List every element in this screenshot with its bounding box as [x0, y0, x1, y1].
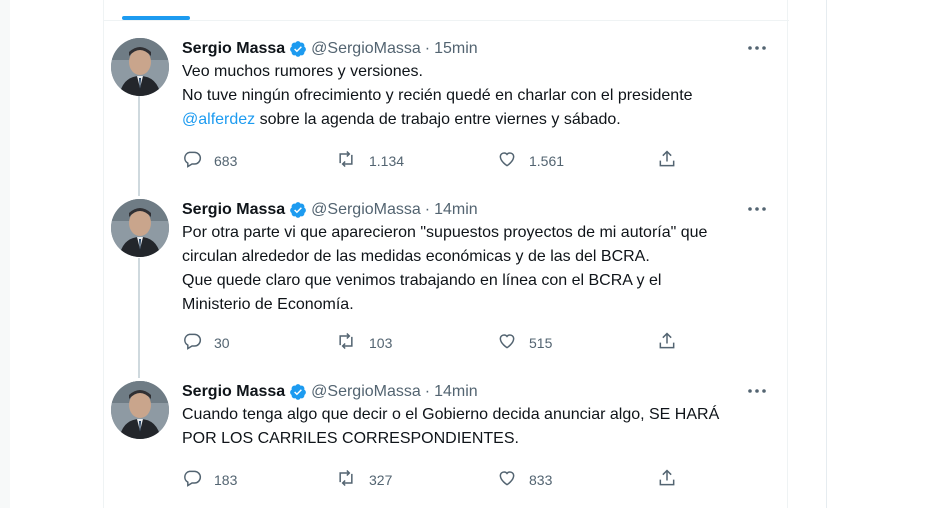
retweet-count: 1.134 — [369, 152, 405, 169]
tweet-header: Sergio Massa @SergioMassa · 14min — [182, 199, 478, 221]
reply-button[interactable]: 683 — [182, 149, 237, 172]
tweet-text-line: No tuve ningún ofrecimiento y recién que… — [182, 87, 693, 104]
retweet-count: 103 — [369, 334, 393, 351]
tweet-text-line: Que quede claro que venimos trabajando e… — [182, 272, 662, 289]
reply-count: 183 — [214, 471, 238, 488]
like-count: 515 — [529, 334, 553, 351]
reply-icon — [182, 468, 202, 491]
mention-link[interactable]: @alferdez — [182, 111, 255, 128]
tweet-header: Sergio Massa @SergioMassa · 15min — [182, 38, 478, 60]
reply-count: 683 — [214, 152, 238, 169]
tweet-text: Por otra parte vi que aparecieron "supue… — [182, 221, 772, 317]
retweet-count: 327 — [369, 471, 393, 488]
author-handle[interactable]: @SergioMassa — [311, 40, 421, 58]
like-icon — [497, 331, 517, 354]
retweet-button[interactable]: 1.134 — [335, 149, 404, 172]
tweet[interactable]: Sergio Massa @SergioMassa · 15min Veo mu… — [104, 38, 789, 178]
retweet-icon — [335, 468, 357, 491]
retweet-icon — [335, 331, 357, 354]
avatar[interactable] — [111, 381, 169, 439]
verified-icon — [289, 201, 307, 219]
tweet-text-line: Veo muchos rumores y versiones. — [182, 63, 423, 80]
thread-timeline: Sergio Massa @SergioMassa · 15min Veo mu… — [103, 0, 789, 508]
tweet-text-line: POR LOS CARRILES CORRESPONDIENTES. — [182, 430, 519, 447]
reply-count: 30 — [214, 334, 230, 351]
author-name[interactable]: Sergio Massa — [182, 383, 285, 401]
timestamp[interactable]: 14min — [434, 383, 478, 401]
retweet-button[interactable]: 103 — [335, 331, 392, 354]
separator-dot: · — [424, 40, 431, 57]
tweet-text-line: circulan alrededor de las medidas económ… — [182, 248, 650, 265]
retweet-button[interactable]: 327 — [335, 468, 392, 491]
tweet-text-line: @alferdez sobre la agenda de trabajo ent… — [182, 108, 772, 132]
share-button[interactable] — [657, 468, 677, 491]
tweet-actions: 30 103 515 — [182, 331, 682, 353]
like-count: 833 — [529, 471, 553, 488]
more-icon[interactable] — [747, 381, 767, 401]
verified-icon — [289, 383, 307, 401]
right-panel-edge — [826, 0, 827, 508]
author-name[interactable]: Sergio Massa — [182, 201, 285, 219]
tab-divider — [104, 20, 789, 21]
like-button[interactable]: 833 — [497, 468, 552, 491]
timestamp[interactable]: 15min — [434, 40, 478, 58]
reply-icon — [182, 149, 202, 172]
share-icon — [657, 331, 677, 354]
separator-dot: · — [424, 201, 431, 218]
reply-button[interactable]: 183 — [182, 468, 237, 491]
avatar[interactable] — [111, 199, 169, 257]
like-count: 1.561 — [529, 152, 565, 169]
share-icon — [657, 149, 677, 172]
tweet-text-line: Por otra parte vi que aparecieron "supue… — [182, 224, 708, 241]
author-handle[interactable]: @SergioMassa — [311, 383, 421, 401]
like-icon — [497, 468, 517, 491]
retweet-icon — [335, 149, 357, 172]
author-name[interactable]: Sergio Massa — [182, 40, 285, 58]
tweet-text-fragment: sobre la agenda de trabajo entre viernes… — [255, 111, 621, 128]
avatar[interactable] — [111, 38, 169, 96]
tweet-text: Veo muchos rumores y versiones. No tuve … — [182, 60, 772, 132]
tweet-text-line: Ministerio de Economía. — [182, 296, 354, 313]
like-button[interactable]: 1.561 — [497, 149, 564, 172]
separator-dot: · — [424, 383, 431, 400]
tweet-actions: 183 327 833 — [182, 468, 682, 490]
tweet-actions: 683 1.134 1.561 — [182, 149, 682, 171]
tweet-text-line: Cuando tenga algo que decir o el Gobiern… — [182, 406, 720, 423]
more-icon[interactable] — [747, 38, 767, 58]
timestamp[interactable]: 14min — [434, 201, 478, 219]
verified-icon — [289, 40, 307, 58]
reply-icon — [182, 331, 202, 354]
author-handle[interactable]: @SergioMassa — [311, 201, 421, 219]
more-icon[interactable] — [747, 199, 767, 219]
like-icon — [497, 149, 517, 172]
tweet[interactable]: Sergio Massa @SergioMassa · 14min Por ot… — [104, 199, 789, 359]
tweet-header: Sergio Massa @SergioMassa · 14min — [182, 381, 478, 403]
reply-button[interactable]: 30 — [182, 331, 230, 354]
share-icon — [657, 468, 677, 491]
share-button[interactable] — [657, 331, 677, 354]
left-panel-edge — [0, 0, 10, 508]
share-button[interactable] — [657, 149, 677, 172]
like-button[interactable]: 515 — [497, 331, 552, 354]
tweet[interactable]: Sergio Massa @SergioMassa · 14min Cuando… — [104, 381, 789, 491]
tweet-text: Cuando tenga algo que decir o el Gobiern… — [182, 403, 772, 451]
